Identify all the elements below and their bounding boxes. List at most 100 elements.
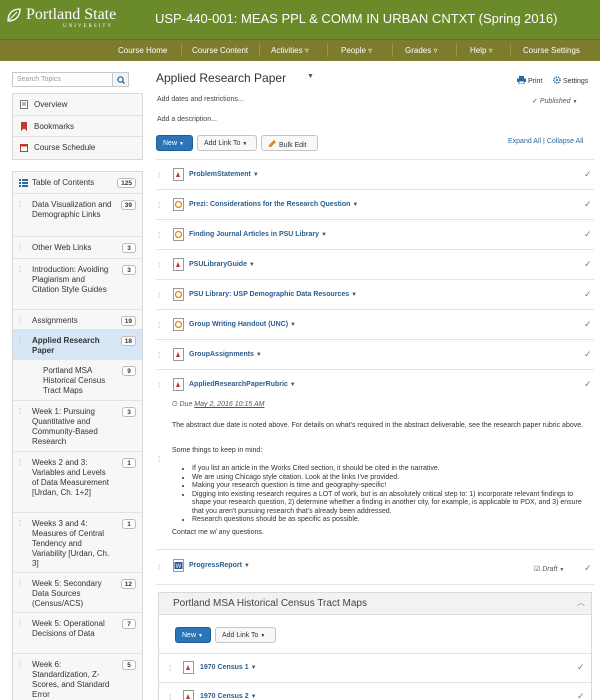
chevron-down-icon[interactable]: ▼ (244, 563, 250, 569)
drag-handle-icon[interactable]: ⁞ (158, 291, 160, 300)
toc-item-weeks-2-3[interactable]: ⁞ Weeks 2 and 3: Variables and Levels of… (13, 452, 142, 513)
chevron-down-icon[interactable]: ▼ (256, 352, 262, 358)
drag-handle-icon[interactable]: ⁞ (158, 351, 160, 360)
toc-label: Other Web Links (32, 243, 92, 252)
drag-handle-icon[interactable]: ⁞ (158, 563, 160, 572)
chevron-down-icon[interactable]: ▼ (290, 322, 296, 328)
module-new-button[interactable]: New ▼ (175, 627, 211, 643)
nav-grades[interactable]: Grades ▿ (405, 46, 437, 55)
collapse-chevron-icon[interactable]: ︿ (577, 597, 585, 608)
chevron-down-icon[interactable]: ▼ (290, 382, 296, 388)
chevron-down-icon[interactable]: ▼ (253, 172, 259, 178)
toc-item-applied-research-paper[interactable]: ⁞ Applied Research Paper 18 (13, 330, 142, 360)
chevron-down-icon[interactable]: ▼ (351, 292, 357, 298)
nav-course-home[interactable]: Course Home (118, 46, 167, 55)
drag-handle-icon[interactable]: ⁞ (158, 171, 160, 180)
title-dropdown-icon[interactable]: ▼ (307, 73, 314, 80)
drag-handle-icon[interactable]: ⁞ (158, 381, 160, 390)
content-item-link[interactable]: 1970 Census 2 ▼ (200, 693, 257, 700)
chevron-down-icon[interactable]: ▼ (251, 694, 257, 700)
drag-handle-icon: ⁞ (19, 316, 22, 325)
content-item-title: Finding Journal Articles in PSU Library (189, 231, 320, 238)
add-link-to-button[interactable]: Add Link To ▼ (197, 135, 257, 151)
logo-sub: UNIVERSITY (63, 24, 113, 29)
expand-all-link[interactable]: Expand All (508, 138, 541, 145)
content-item-link[interactable]: Prezi: Considerations for the Research Q… (189, 201, 358, 208)
sidebar-links: Overview Bookmarks Course Schedule (12, 93, 143, 160)
toc-item-week-1[interactable]: ⁞ Week 1: Pursuing Quantitative and Comm… (13, 401, 142, 452)
drag-handle-icon[interactable]: ⁞ (158, 455, 160, 464)
published-status[interactable]: ✓ Published ▼ (532, 97, 577, 105)
drag-handle-icon[interactable]: ⁞ (158, 321, 160, 330)
main-navbar: Course Home Course Content Activities ▿ … (0, 39, 600, 61)
toc-count-badge: 5 (122, 660, 136, 670)
nav-people[interactable]: People ▿ (341, 46, 372, 55)
module-add-link-to-button[interactable]: Add Link To ▼ (215, 627, 276, 643)
bulk-edit-button[interactable]: Bulk Edit (261, 135, 318, 151)
chevron-down-icon[interactable]: ▼ (352, 202, 358, 208)
add-link-label: Add Link To (204, 140, 241, 147)
search-button[interactable] (112, 72, 129, 87)
toc-label: Table of Contents (32, 178, 95, 187)
drag-handle-icon: ⁞ (19, 579, 22, 588)
drag-handle-icon: ⁞ (19, 458, 22, 467)
toc-item-week-5-secondary[interactable]: ⁞ Week 5: Secondary Data Sources (Census… (13, 573, 142, 613)
chevron-down-icon: ▼ (197, 633, 203, 639)
toc-item-other-web-links[interactable]: ⁞ Other Web Links 3 (13, 237, 142, 259)
add-dates-link[interactable]: Add dates and restrictions... (157, 96, 244, 103)
toc-item-assignments[interactable]: ⁞ Assignments 19 (13, 310, 142, 330)
content-item-link[interactable]: Group Writing Handout (UNC) ▼ (189, 321, 296, 328)
nav-course-content[interactable]: Course Content (192, 46, 248, 55)
module-header[interactable]: Portland MSA Historical Census Tract Map… (159, 593, 591, 615)
content-item-link[interactable]: PSU Library: USP Demographic Data Resour… (189, 291, 357, 298)
nav-activities[interactable]: Activities ▿ (271, 46, 309, 55)
content-item-link[interactable]: PSULibraryGuide ▼ (189, 261, 255, 268)
sidebar-item-course-schedule[interactable]: Course Schedule (13, 137, 142, 159)
content-item-link[interactable]: Finding Journal Articles in PSU Library … (189, 231, 327, 238)
nav-help[interactable]: Help ▿ (470, 46, 493, 55)
add-description-link[interactable]: Add a description... (157, 116, 217, 123)
sidebar-item-overview[interactable]: Overview (13, 94, 142, 116)
bulk-edit-icon (269, 140, 276, 147)
chevron-down-icon[interactable]: ▼ (321, 232, 327, 238)
chevron-down-icon: ▼ (260, 633, 266, 639)
collapse-all-link[interactable]: Collapse All (547, 138, 584, 145)
settings-button[interactable]: Settings (553, 76, 588, 85)
divider (159, 653, 591, 654)
toc-header[interactable]: Table of Contents 125 (13, 172, 142, 194)
sidebar-item-bookmarks[interactable]: Bookmarks (13, 116, 142, 137)
toc-item-week-5-operational[interactable]: ⁞ Week 5: Operational Decisions of Data … (13, 613, 142, 654)
drag-handle-icon[interactable]: ⁞ (158, 231, 160, 240)
drag-handle-icon[interactable]: ⁞ (158, 201, 160, 210)
content-item-title: Prezi: Considerations for the Research Q… (189, 201, 351, 208)
content-item-link[interactable]: ProgressReport ▼ (189, 562, 250, 569)
draft-status[interactable]: ☑ Draft ▼ (534, 565, 564, 573)
toc-item-weeks-3-4[interactable]: ⁞ Weeks 3 and 4: Measures of Central Ten… (13, 513, 142, 573)
link-icon (173, 318, 184, 331)
nav-course-settings[interactable]: Course Settings (523, 46, 580, 55)
toc-item-introduction[interactable]: ⁞ Introduction: Avoiding Plagiarism and … (13, 259, 142, 310)
drag-handle-icon[interactable]: ⁞ (158, 261, 160, 270)
toc-item-week-6[interactable]: ⁞ Week 6: Standardization, Z-Scores, and… (13, 654, 142, 700)
chevron-down-icon[interactable]: ▼ (249, 262, 255, 268)
divider (156, 549, 594, 550)
search-topics-input[interactable]: Search Topics (12, 72, 116, 87)
sidebar-link-label: Bookmarks (34, 121, 75, 131)
toc-item-portland-msa-maps[interactable]: Portland MSA Historical Census Tract Map… (13, 360, 142, 401)
toc-label: Applied Research Paper (32, 336, 100, 355)
pdf-icon (183, 690, 194, 700)
gear-icon (553, 76, 561, 84)
content-item-link[interactable]: 1970 Census 1 ▼ (200, 664, 257, 671)
content-item-link[interactable]: ProblemStatement ▼ (189, 171, 259, 178)
print-button[interactable]: Print (517, 76, 542, 85)
toc-label: Weeks 2 and 3: Variables and Levels of D… (32, 458, 109, 497)
new-button[interactable]: New ▼ (156, 135, 193, 151)
chevron-down-icon[interactable]: ▼ (251, 665, 257, 671)
content-item-link[interactable]: AppliedResearchPaperRubric ▼ (189, 381, 296, 388)
content-item-link[interactable]: GroupAssignments ▼ (189, 351, 262, 358)
drag-handle-icon[interactable]: ⁞ (169, 664, 171, 673)
drag-handle-icon[interactable]: ⁞ (169, 693, 171, 700)
due-date-value[interactable]: May 2, 2016 10:15 AM (194, 401, 264, 408)
toc-item-data-visualization[interactable]: ⁞ Data Visualization and Demographic Lin… (13, 194, 142, 237)
nav-divider (259, 44, 260, 57)
